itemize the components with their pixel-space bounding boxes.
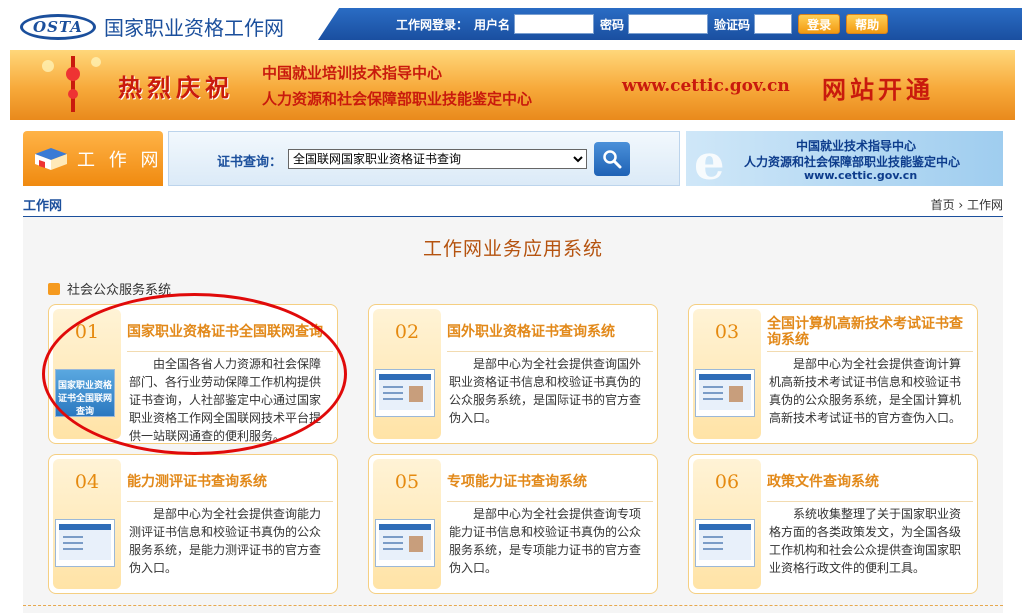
- ad-line2: 人力资源和社会保障部职业技能鉴定中心: [744, 155, 961, 169]
- main-content: 工作网业务应用系统 社会公众服务系统 01 国家职业资格证书全国联网查询 国家职…: [23, 217, 1003, 613]
- password-label: 密码: [600, 17, 625, 32]
- card-description: 是部中心为全社会提供查询国外职业资格证书信息和校验证书真伪的公众服务系统，是国际…: [449, 357, 642, 425]
- cettic-ad[interactable]: e 中国就业技术指导中心 人力资源和社会保障部职业技能鉴定中心 www.cett…: [686, 131, 1003, 186]
- top-header: OSTA 国家职业资格工作网 工作网登录： 用户名 密码 验证码 登录 帮助: [0, 0, 1022, 46]
- current-section[interactable]: 工作网: [23, 195, 63, 218]
- card-thumbnail: [695, 519, 755, 567]
- page-title: 工作网业务应用系统: [422, 238, 603, 260]
- book-icon: [35, 147, 67, 170]
- thumb-label: 国家职业资格证书全国联网查询: [56, 370, 114, 417]
- banner-tail: 网站开通: [822, 76, 934, 104]
- breadcrumb-bar: 工作网 首页 › 工作网: [23, 194, 1003, 218]
- section-heading: 社会公众服务系统: [48, 279, 171, 298]
- footer-divider: [23, 605, 1003, 607]
- card-thumbnail: [375, 519, 435, 567]
- card-title[interactable]: 政策文件查询系统: [767, 463, 975, 501]
- search-button[interactable]: [594, 142, 630, 176]
- captcha-input[interactable]: [754, 14, 793, 34]
- ad-line1: 中国就业技术指导中心: [796, 139, 917, 153]
- card-title[interactable]: 国外职业资格证书查询系统: [447, 313, 655, 351]
- e-logo-icon: e: [694, 135, 725, 186]
- card-thumbnail: [695, 369, 755, 417]
- service-card-01[interactable]: 01 国家职业资格证书全国联网查询 国家职业资格证书全国联网查询 由全国各省人力…: [48, 304, 338, 444]
- card-description: 系统收集整理了关于国家职业资格方面的各类政策发文，为全国各级工作机构和社会公众提…: [769, 507, 962, 575]
- service-card-06[interactable]: 06 政策文件查询系统 系统收集整理了关于国家职业资格方面的各类政策发文，为全国…: [688, 454, 978, 594]
- login-label: 工作网登录：: [396, 17, 469, 32]
- service-card-02[interactable]: 02 国外职业资格证书查询系统 是部中心为全社会提供查询国外职业资格证书信息和校…: [368, 304, 658, 444]
- username-label: 用户名: [474, 17, 511, 32]
- worknet-tab-label: 工 作 网: [77, 149, 163, 171]
- card-number: 01: [74, 321, 100, 343]
- site-logo[interactable]: OSTA 国家职业资格工作网: [20, 12, 284, 41]
- card-number: 03: [714, 321, 740, 343]
- card-number: 04: [74, 471, 100, 493]
- card-thumbnail: 国家职业资格证书全国联网查询: [55, 369, 115, 417]
- card-divider: [127, 351, 333, 352]
- banner-org2: 人力资源和社会保障部职业技能鉴定中心: [262, 90, 533, 108]
- service-card-04[interactable]: 04 能力测评证书查询系统 是部中心为全社会提供查询能力测评证书信息和校验证书真…: [48, 454, 338, 594]
- login-button[interactable]: 登录: [798, 14, 841, 34]
- card-divider: [767, 501, 973, 502]
- banner-headline: 热烈庆祝: [118, 74, 234, 102]
- card-divider: [767, 351, 973, 352]
- card-title[interactable]: 专项能力证书查询系统: [447, 463, 655, 501]
- password-input[interactable]: [628, 14, 709, 34]
- search-icon: [603, 150, 622, 169]
- cert-query-select[interactable]: 全国联网国家职业资格证书查询: [288, 149, 587, 169]
- card-divider: [127, 501, 333, 502]
- breadcrumb[interactable]: 首页 › 工作网: [931, 196, 1003, 213]
- card-title[interactable]: 能力测评证书查询系统: [127, 463, 335, 501]
- service-card-05[interactable]: 05 专项能力证书查询系统 是部中心为全社会提供查询专项能力证书信息和校验证书真…: [368, 454, 658, 594]
- osta-logo-icon: OSTA: [20, 13, 96, 40]
- service-card-03[interactable]: 03 全国计算机高新技术考试证书查询系统 是部中心为全社会提供查询计算机高新技术…: [688, 304, 978, 444]
- card-title[interactable]: 国家职业资格证书全国联网查询: [127, 313, 335, 351]
- card-thumbnail: [55, 519, 115, 567]
- help-button[interactable]: 帮助: [846, 14, 889, 34]
- ad-line3: www.cettic.gov.cn: [804, 169, 918, 182]
- login-bar: 工作网登录： 用户名 密码 验证码 登录 帮助: [318, 8, 1022, 40]
- tower-icon: [42, 56, 101, 112]
- card-title[interactable]: 全国计算机高新技术考试证书查询系统: [767, 313, 975, 351]
- site-name: 国家职业资格工作网: [104, 16, 284, 40]
- card-thumbnail: [375, 369, 435, 417]
- celebration-banner: 热烈庆祝 中国就业培训技术指导中心 人力资源和社会保障部职业技能鉴定中心 www…: [10, 50, 1015, 120]
- section-bullet-icon: [48, 282, 60, 295]
- card-description: 是部中心为全社会提供查询专项能力证书信息和校验证书真伪的公众服务系统，是专项能力…: [449, 507, 642, 575]
- card-number: 05: [394, 471, 420, 493]
- cert-query-label: 证书查询：: [217, 155, 283, 170]
- card-description: 是部中心为全社会提供查询能力测评证书信息和校验证书真伪的公众服务系统，是能力测评…: [129, 507, 322, 575]
- card-number: 06: [714, 471, 740, 493]
- worknet-tab[interactable]: 工 作 网: [23, 131, 163, 186]
- card-divider: [447, 351, 653, 352]
- banner-url: www.cettic.gov.cn: [622, 76, 790, 96]
- card-number: 02: [394, 321, 420, 343]
- card-divider: [447, 501, 653, 502]
- card-description: 是部中心为全社会提供查询计算机高新技术考试证书信息和校验证书真伪的公众服务系统，…: [769, 357, 962, 425]
- section-label: 社会公众服务系统: [67, 283, 172, 298]
- captcha-label: 验证码: [714, 17, 751, 32]
- card-description: 由全国各省人力资源和社会保障部门、各行业劳动保障工作机构提供证书查询，人社部鉴定…: [129, 357, 322, 443]
- username-input[interactable]: [514, 14, 595, 34]
- cert-search-panel: 证书查询： 全国联网国家职业资格证书查询: [168, 131, 680, 186]
- banner-org1: 中国就业培训技术指导中心: [262, 64, 443, 82]
